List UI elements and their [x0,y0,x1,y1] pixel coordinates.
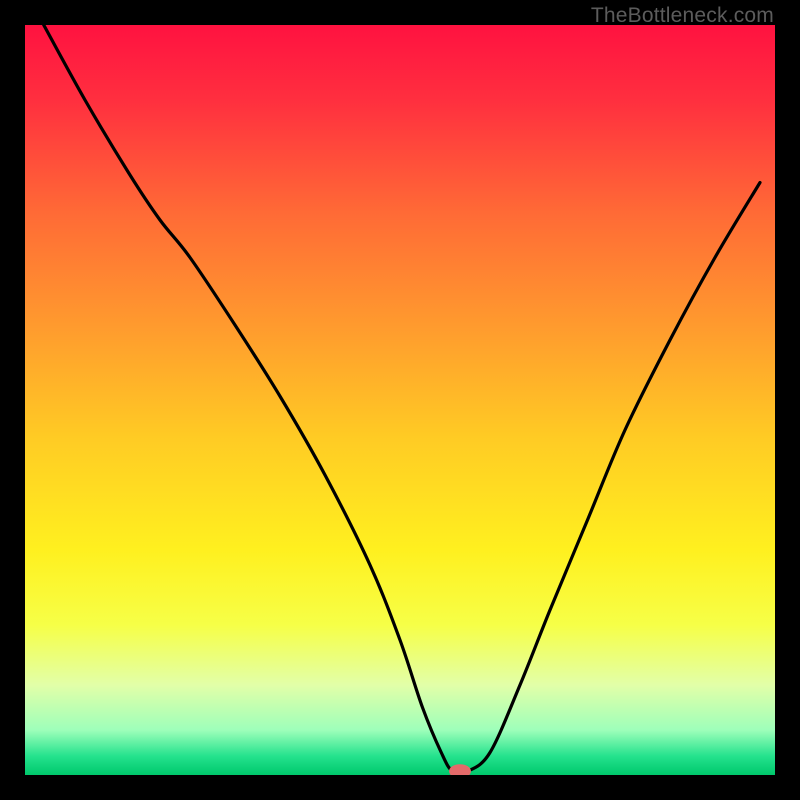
watermark-text: TheBottleneck.com [591,4,774,28]
plot-area [25,25,775,775]
gradient-background [25,25,775,775]
chart-container: TheBottleneck.com [0,0,800,800]
chart-svg [25,25,775,775]
